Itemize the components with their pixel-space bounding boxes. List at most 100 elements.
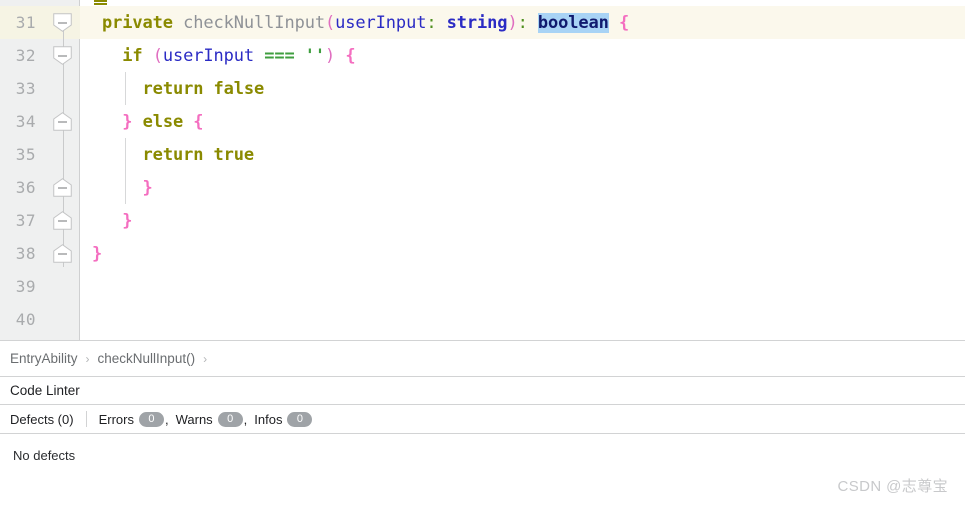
warns-label: Warns [175,411,213,427]
breadcrumb-item-class[interactable]: EntryAbility [10,351,78,366]
fold-marker-40 [46,303,80,336]
line-number: 38 [15,244,36,263]
code-linter-results: No defects [0,434,965,505]
brace-close: } [142,177,153,198]
warns-counter[interactable]: Warns 0 [175,411,244,427]
no-defects-message: No defects [13,448,76,463]
fold-marker-32[interactable] [46,39,80,72]
code-linter-toolbar: Defects (0) Errors 0 , Warns 0 , Infos 0 [0,405,965,434]
paren-open: ( [324,12,336,33]
line-33-code: return false [80,79,965,99]
counter-comma: , [164,411,169,427]
editor-line-36[interactable]: 36 } [0,171,965,204]
fold-collapse-icon[interactable] [53,46,72,65]
line-36-code: } [80,178,965,198]
warns-badge: 0 [217,411,243,427]
editor-line-38[interactable]: 38 } [0,237,965,270]
function-name: checkNullInput [183,12,325,33]
infos-label: Infos [254,411,283,427]
operator-strict-equals: === [264,45,295,66]
brace-open: { [193,111,204,132]
fold-minus-bar [58,55,67,57]
line-37-code: } [80,211,965,231]
line-number: 39 [15,277,36,296]
editor-line-32[interactable]: 32 if (userInput === '') { [0,39,965,72]
defects-count-label: Defects (0) [10,411,74,427]
param-name: userInput [335,12,427,33]
fold-marker-39 [46,270,80,303]
literal-true: true [213,144,255,165]
keyword-if: if [122,45,143,66]
brace-close: } [122,111,133,132]
line-number: 33 [15,79,36,98]
line-32-code: if (userInput === '') { [80,46,965,66]
fold-minus-bar [58,22,67,24]
watermark: CSDN @志尊宝 [837,478,948,495]
editor-line-33[interactable]: 33 return false [0,72,965,105]
line-38-code: } [80,244,965,264]
empty-string-literal: '' [304,45,326,66]
fold-marker-36[interactable] [46,171,80,204]
brace-close: } [122,210,133,231]
line-31-code: private checkNullInput(userInput: string… [80,12,965,33]
errors-badge: 0 [138,411,164,427]
paren-close: ) [507,12,518,33]
fold-expand-icon[interactable] [53,211,72,230]
toolbar-divider [85,411,87,427]
keyword-else: else [142,111,184,132]
keyword-return: return [142,144,204,165]
paren-close: ) [325,45,336,66]
line-number: 36 [15,178,36,197]
fold-marker-38[interactable] [46,237,80,270]
line-number: 37 [15,211,36,230]
chevron-right-icon: › [203,351,208,366]
fold-expand-icon[interactable] [53,178,72,197]
fold-minus-bar [58,121,67,123]
fold-marker-35 [46,138,80,171]
fold-expand-icon[interactable] [53,112,72,131]
panel-title-label: Code Linter [10,383,80,398]
issue-counters: Errors 0 , Warns 0 , Infos 0 [98,411,314,427]
fold-expand-icon[interactable] [53,244,72,263]
variable-name: userInput [162,45,255,66]
keyword-private: private [102,12,173,33]
selected-return-type[interactable]: boolean [537,12,609,33]
literal-false: false [213,78,265,99]
code-editor[interactable]: 31 private checkNullInput(userInput: str… [0,0,965,340]
errors-label: Errors [98,411,134,427]
fold-collapse-icon[interactable] [53,13,72,32]
keyword-return: return [142,78,204,99]
editor-line-39[interactable]: 39 [0,270,965,303]
editor-line-34[interactable]: 34 } else { [0,105,965,138]
editor-line-35[interactable]: 35 return true [0,138,965,171]
infos-counter[interactable]: Infos 0 [254,411,313,427]
fold-marker-33 [46,72,80,105]
line-number: 32 [15,46,36,65]
fold-marker-31[interactable] [46,6,80,39]
fold-minus-bar [58,220,67,222]
paren-open: ( [152,45,163,66]
fold-marker-34[interactable] [46,105,80,138]
param-type: string [446,12,508,33]
errors-counter[interactable]: Errors 0 [98,411,165,427]
colon: : [426,12,437,33]
fold-minus-bar [58,253,67,255]
breadcrumb-item-method[interactable]: checkNullInput() [98,351,196,366]
brace-open: { [618,12,630,33]
editor-line-37[interactable]: 37 } [0,204,965,237]
infos-badge: 0 [287,411,313,427]
brace-close: } [92,243,103,264]
line-number: 40 [15,310,36,329]
fold-minus-bar [58,187,67,189]
counter-comma: , [243,411,248,427]
brace-open: { [345,45,356,66]
editor-line-31[interactable]: 31 private checkNullInput(userInput: str… [0,6,965,39]
editor-line-40[interactable]: 40 [0,303,965,336]
line-number: 31 [15,13,36,32]
line-34-code: } else { [80,112,965,132]
line-35-code: return true [80,145,965,165]
line-number: 35 [15,145,36,164]
fold-marker-37[interactable] [46,204,80,237]
breadcrumb: EntryAbility › checkNullInput() › [0,340,965,377]
line-number: 34 [15,112,36,131]
